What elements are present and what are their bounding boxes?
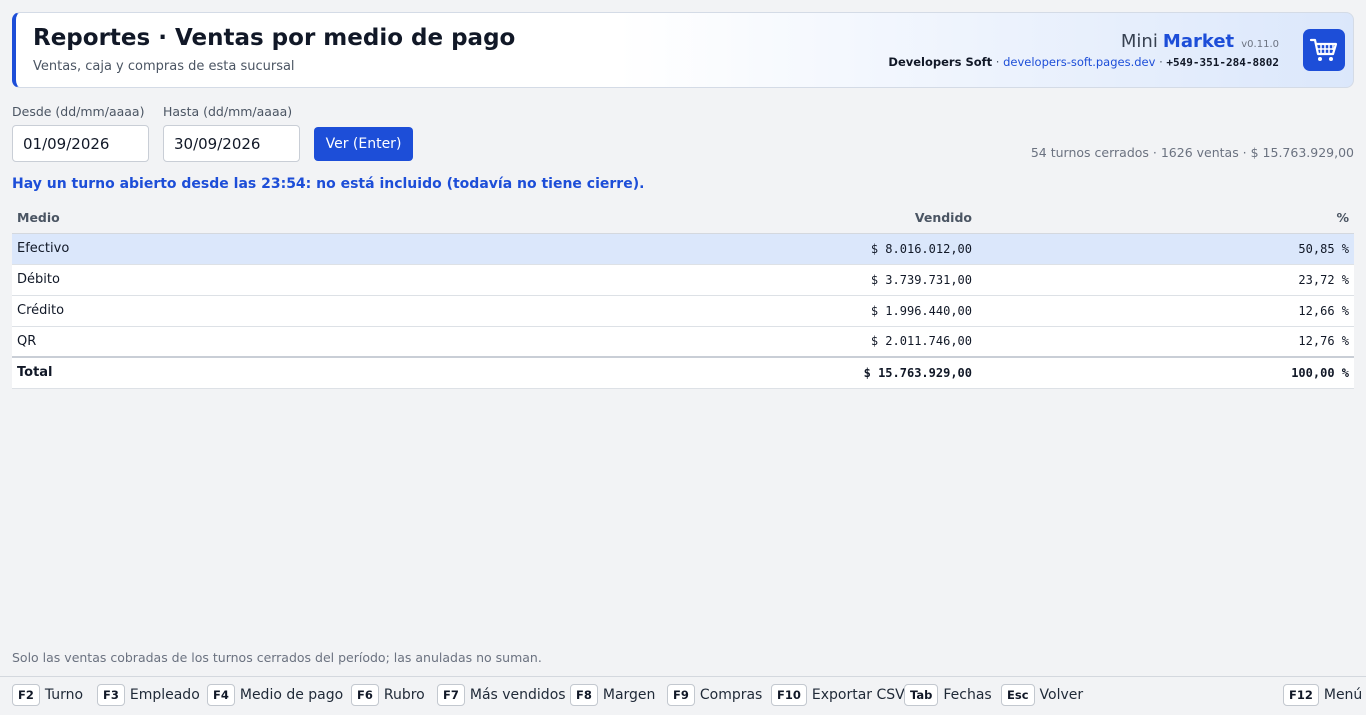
desde-label: Desde (dd/mm/aaaa): [12, 104, 145, 119]
shortcut-empleado[interactable]: F3 Empleado: [97, 684, 200, 706]
table-row[interactable]: Crédito $ 1.996.440,00 12,66 %: [12, 295, 1354, 327]
separator: ·: [1155, 55, 1167, 69]
brand-market: Market: [1162, 31, 1235, 52]
cell-pct: 50,85 %: [977, 233, 1354, 265]
shortcut-medio-de-pago[interactable]: F4 Medio de pago: [207, 684, 343, 706]
shortcut-label: Empleado: [129, 687, 200, 703]
table-header-row: Medio Vendido %: [12, 202, 1354, 234]
cell-pct: 23,72 %: [977, 264, 1354, 296]
cell-pct: 12,76 %: [977, 326, 1354, 358]
total-pct: 100,00 %: [977, 356, 1354, 389]
shortcut-menu[interactable]: F12 Menú: [1283, 684, 1362, 706]
cell-vendido: $ 1.996.440,00: [512, 295, 977, 327]
shortcut-label: Rubro: [383, 687, 425, 703]
column-header-medio: Medio: [12, 202, 512, 234]
shortcut-rubro[interactable]: F6 Rubro: [351, 684, 425, 706]
cell-vendido: $ 2.011.746,00: [512, 326, 977, 358]
key-badge: F2: [12, 684, 40, 706]
table-total-row: Total $ 15.763.929,00 100,00 %: [12, 356, 1354, 389]
hasta-input[interactable]: [163, 125, 300, 162]
company-url[interactable]: developers-soft.pages.dev: [1003, 55, 1155, 69]
column-header-vendido: Vendido: [512, 202, 977, 234]
shortcut-label: Más vendidos: [469, 687, 566, 703]
shortcut-volver[interactable]: Esc Volver: [1001, 684, 1083, 706]
open-shift-notice: Hay un turno abierto desde las 23:54: no…: [12, 176, 645, 192]
app-version: v0.11.0: [1241, 39, 1279, 50]
shortcut-label: Exportar CSV: [811, 687, 905, 703]
key-badge: Tab: [904, 684, 939, 706]
brand-mini: Mini: [1120, 31, 1158, 52]
shortcut-bar: F2 Turno F3 Empleado F4 Medio de pago F6 Rub…: [0, 676, 1366, 715]
total-label: Total: [12, 356, 512, 389]
key-badge: F6: [351, 684, 379, 706]
shortcut-turno[interactable]: F2 Turno: [12, 684, 83, 706]
shortcut-compras[interactable]: F9 Compras: [667, 684, 762, 706]
page-subtitle: Ventas, caja y compras de esta sucursal: [33, 59, 295, 74]
shortcut-fechas[interactable]: Tab Fechas: [904, 684, 992, 706]
key-badge: F10: [771, 684, 807, 706]
sales-by-payment-table: Medio Vendido % Efectivo $ 8.016.012,00 …: [12, 202, 1354, 389]
key-badge: F8: [570, 684, 598, 706]
key-badge: Esc: [1001, 684, 1035, 706]
company-phone: +549-351-284-8802: [1166, 56, 1279, 69]
shortcut-margen[interactable]: F8 Margen: [570, 684, 655, 706]
key-badge: F9: [667, 684, 695, 706]
shortcut-label: Volver: [1039, 687, 1084, 703]
table-row[interactable]: QR $ 2.011.746,00 12,76 %: [12, 326, 1354, 358]
key-badge: F12: [1283, 684, 1319, 706]
shortcut-label: Menú: [1323, 687, 1363, 703]
developer-info: Developers Soft · developers-soft.pages.…: [888, 55, 1279, 69]
key-badge: F3: [97, 684, 125, 706]
separator: ·: [992, 55, 1004, 69]
ver-button[interactable]: Ver (Enter): [314, 127, 413, 161]
cell-vendido: $ 8.016.012,00: [512, 233, 977, 265]
shortcut-label: Medio de pago: [239, 687, 344, 703]
shopping-cart-icon: [1303, 29, 1345, 71]
page-title: Reportes · Ventas por medio de pago: [33, 25, 516, 51]
cell-medio: Efectivo: [12, 233, 512, 265]
table-row[interactable]: Efectivo $ 8.016.012,00 50,85 %: [12, 233, 1354, 265]
key-badge: F4: [207, 684, 235, 706]
key-badge: F7: [437, 684, 465, 706]
company-name: Developers Soft: [888, 55, 993, 69]
shortcut-exportar-csv[interactable]: F10 Exportar CSV: [771, 684, 905, 706]
cell-medio: QR: [12, 326, 512, 358]
shortcut-mas-vendidos[interactable]: F7 Más vendidos: [437, 684, 566, 706]
table-row[interactable]: Débito $ 3.739.731,00 23,72 %: [12, 264, 1354, 296]
cell-pct: 12,66 %: [977, 295, 1354, 327]
desde-input[interactable]: [12, 125, 149, 162]
total-vendido: $ 15.763.929,00: [512, 356, 977, 389]
shortcut-label: Turno: [44, 687, 84, 703]
summary-text: 54 turnos cerrados · 1626 ventas · $ 15.…: [1030, 145, 1354, 160]
cell-vendido: $ 3.739.731,00: [512, 264, 977, 296]
cell-medio: Crédito: [12, 295, 512, 327]
cell-medio: Débito: [12, 264, 512, 296]
footnote: Solo las ventas cobradas de los turnos c…: [12, 650, 542, 665]
hasta-label: Hasta (dd/mm/aaaa): [163, 104, 293, 119]
app-header: Reportes · Ventas por medio de pago Vent…: [12, 12, 1354, 88]
shortcut-label: Fechas: [943, 687, 992, 703]
shortcut-label: Compras: [699, 687, 763, 703]
column-header-pct: %: [977, 202, 1354, 234]
brand-name: Mini Market v0.11.0: [1121, 31, 1279, 52]
shortcut-label: Margen: [602, 687, 656, 703]
